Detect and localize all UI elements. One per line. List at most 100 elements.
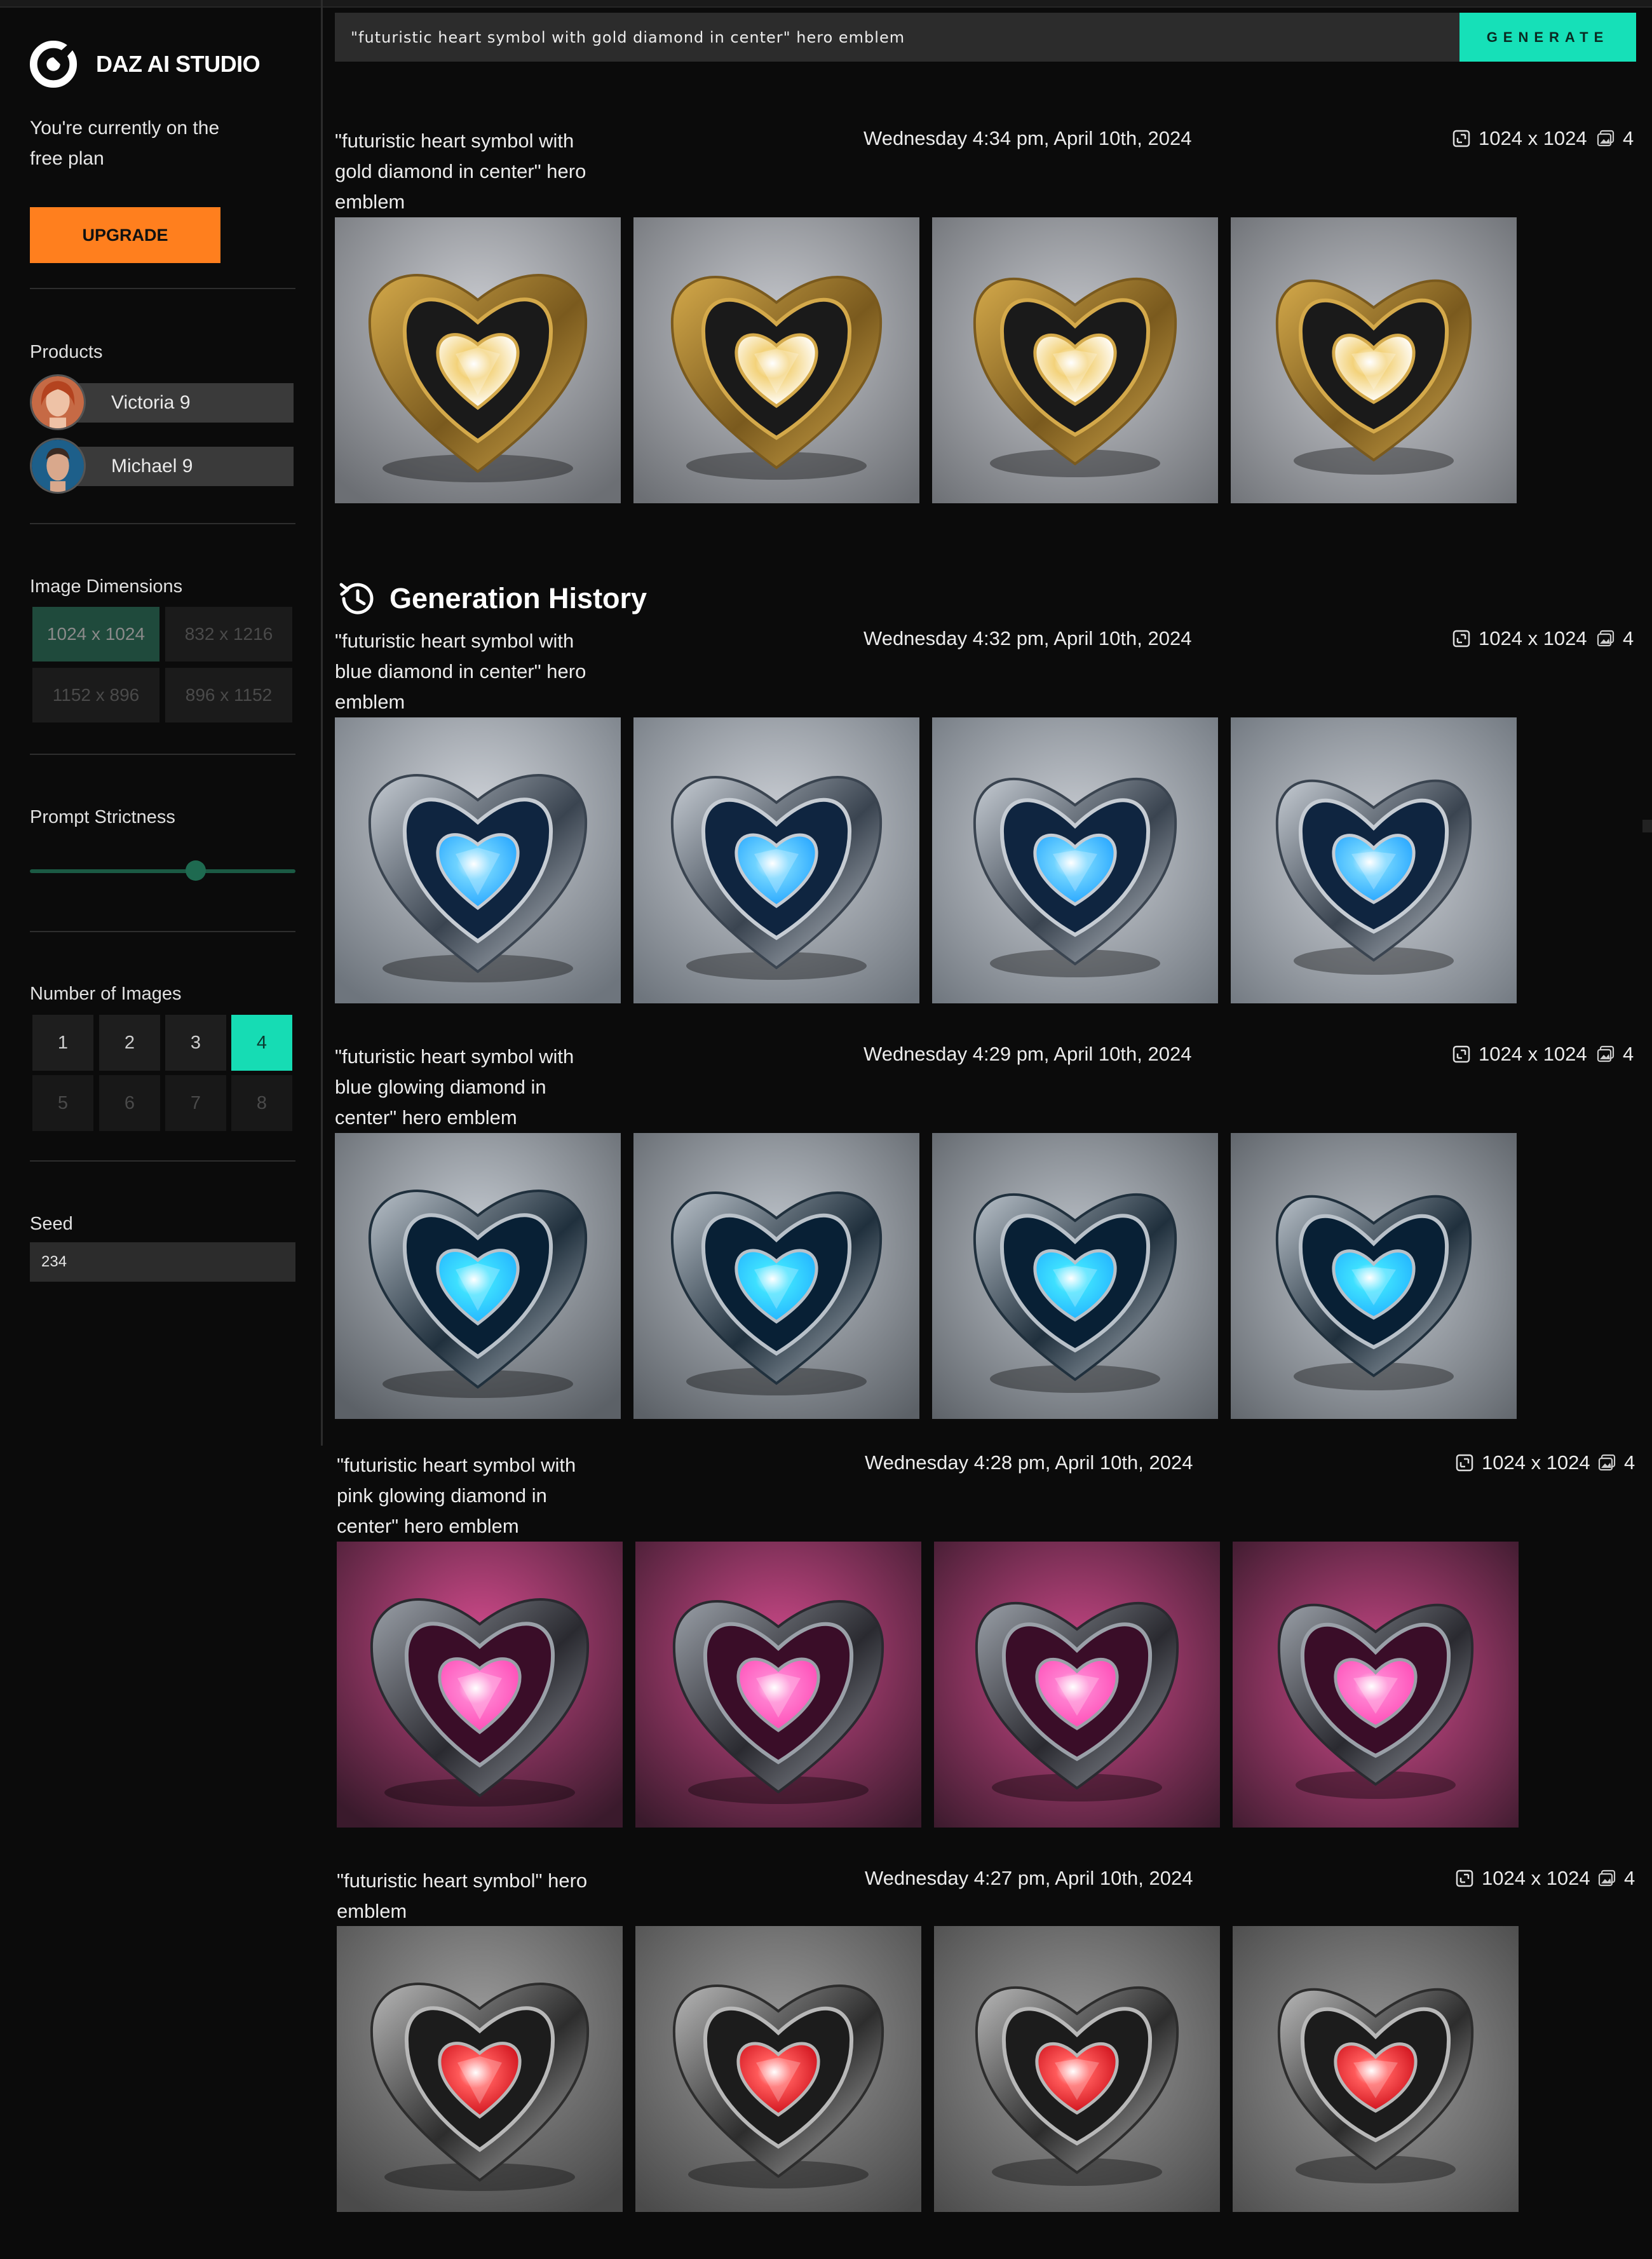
resolution-value: 1024 x 1024 [1482,1867,1590,1889]
avatar [30,438,86,494]
prompt-input[interactable] [335,13,1459,62]
num-images-option-7[interactable]: 7 [165,1075,226,1131]
divider [30,931,295,932]
slider-handle[interactable] [186,860,206,881]
images-icon [1597,1045,1615,1062]
num-images-option-1[interactable]: 1 [32,1015,93,1071]
image-count-value: 4 [1624,1867,1635,1889]
seed-input[interactable] [30,1242,295,1282]
scrollbar-edge[interactable] [1642,820,1652,832]
daz-logo-icon [29,40,78,88]
generated-image-thumbnail[interactable] [337,1542,623,1828]
resolution-value: 1024 x 1024 [1479,127,1587,149]
generation-prompt: "futuristic heart symbol with blue diamo… [335,630,586,713]
num-images-option-4[interactable]: 4 [231,1015,292,1071]
num-images-option-6[interactable]: 6 [99,1075,160,1131]
dimension-option-1152x896[interactable]: 1152 x 896 [32,668,159,722]
generated-image-thumbnail[interactable] [635,1542,921,1828]
generated-image-thumbnail[interactable] [932,217,1218,503]
image-count-value: 4 [1623,127,1634,149]
app-name: DAZ AI STUDIO [96,51,261,77]
num-images-option-8[interactable]: 8 [231,1075,292,1131]
generated-image-thumbnail[interactable] [932,717,1218,1003]
generated-image-thumbnail[interactable] [1231,717,1517,1003]
generation-prompt: "futuristic heart symbol with blue glowi… [335,1045,574,1129]
resolution-icon [1452,630,1470,648]
generation-image-count: 4 [1597,1867,1635,1890]
generated-image-thumbnail[interactable] [335,1133,621,1419]
generation-date: Wednesday 4:28 pm, April 10th, 2024 [865,1451,1193,1474]
generation-prompt: "futuristic heart symbol with gold diamo… [335,130,586,213]
generate-button[interactable]: GENERATE [1459,13,1636,62]
num-images-option-3[interactable]: 3 [165,1015,226,1071]
generated-image-thumbnail[interactable] [335,217,621,503]
num-images-option-5[interactable]: 5 [32,1075,93,1131]
images-icon [1598,1869,1616,1887]
generated-image-thumbnail[interactable] [633,1133,919,1419]
generation-history-heading: Generation History [335,577,647,620]
resolution-icon [1456,1454,1473,1472]
generation-image-count: 4 [1597,1451,1635,1474]
images-icon [1597,630,1615,647]
generated-image-thumbnail[interactable] [335,717,621,1003]
divider [30,288,295,289]
generated-image-thumbnail[interactable] [934,1926,1220,2212]
generation-prompt: "futuristic heart symbol" hero emblem [337,1869,588,1922]
generated-image-thumbnail[interactable] [934,1542,1220,1828]
product-item-michael[interactable]: Michael 9 [30,438,294,494]
num-images-option-2[interactable]: 2 [99,1015,160,1071]
generation-image-count: 4 [1596,627,1634,650]
image-count-value: 4 [1624,1451,1635,1474]
prompt-strictness-label: Prompt Strictness [30,807,175,827]
generation-prompt: "futuristic heart symbol with pink glowi… [337,1454,576,1537]
generation-resolution: 1024 x 1024 [1452,127,1587,150]
history-title: Generation History [389,582,647,614]
generation-resolution: 1024 x 1024 [1452,1043,1587,1066]
divider [30,523,295,524]
generated-image-thumbnail[interactable] [1231,1133,1517,1419]
generated-image-thumbnail[interactable] [932,1133,1218,1419]
resolution-value: 1024 x 1024 [1482,1451,1590,1474]
history-icon [339,583,374,614]
image-count-value: 4 [1623,627,1634,649]
plan-status-text: You're currently on the free plan [30,118,220,169]
resolution-icon [1452,130,1470,147]
generation-date: Wednesday 4:32 pm, April 10th, 2024 [863,627,1192,649]
number-of-images-label: Number of Images [30,984,182,1004]
resolution-icon [1456,1869,1473,1887]
resolution-value: 1024 x 1024 [1479,627,1587,649]
resolution-value: 1024 x 1024 [1479,1043,1587,1065]
resolution-icon [1452,1045,1470,1063]
avatar [30,374,86,430]
generation-resolution: 1024 x 1024 [1452,627,1587,650]
generated-image-thumbnail[interactable] [1231,217,1517,503]
image-dimensions-label: Image Dimensions [30,576,183,597]
generation-image-count: 4 [1596,1043,1634,1066]
product-item-victoria[interactable]: Victoria 9 [30,374,294,430]
generated-image-thumbnail[interactable] [1233,1926,1519,2212]
sidebar: DAZ AI STUDIO You're currently on the fr… [0,0,323,1446]
generation-date: Wednesday 4:34 pm, April 10th, 2024 [863,127,1192,149]
upgrade-button[interactable]: UPGRADE [30,207,220,263]
seed-label: Seed [30,1214,73,1234]
prompt-strictness-slider[interactable] [30,869,295,873]
generated-image-thumbnail[interactable] [633,717,919,1003]
generation-resolution: 1024 x 1024 [1455,1451,1590,1474]
products-label: Products [30,342,103,362]
generation-date: Wednesday 4:29 pm, April 10th, 2024 [863,1043,1192,1065]
dimension-option-832x1216[interactable]: 832 x 1216 [165,607,292,661]
generated-image-thumbnail[interactable] [635,1926,921,2212]
app-logo[interactable]: DAZ AI STUDIO [29,39,261,89]
generation-image-count: 4 [1596,127,1634,150]
divider [30,754,295,755]
divider [30,1160,295,1162]
generation-date: Wednesday 4:27 pm, April 10th, 2024 [865,1867,1193,1889]
images-icon [1598,1454,1616,1471]
image-count-value: 4 [1623,1043,1634,1065]
generated-image-thumbnail[interactable] [1233,1542,1519,1828]
generated-image-thumbnail[interactable] [337,1926,623,2212]
generated-image-thumbnail[interactable] [633,217,919,503]
generation-resolution: 1024 x 1024 [1455,1867,1590,1890]
dimension-option-1024x1024[interactable]: 1024 x 1024 [32,607,159,661]
dimension-option-896x1152[interactable]: 896 x 1152 [165,668,292,722]
